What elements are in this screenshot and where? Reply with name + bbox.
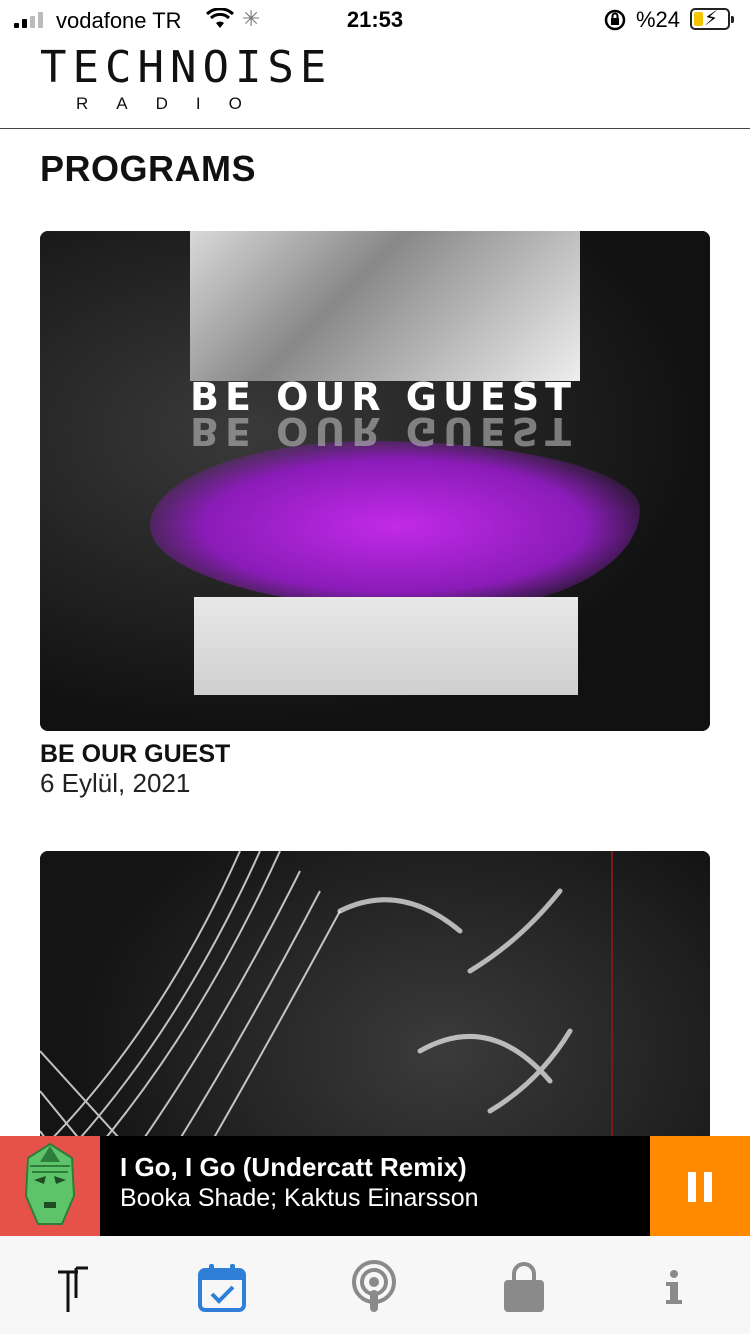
podcast-icon bbox=[352, 1260, 396, 1312]
tab-schedule[interactable] bbox=[192, 1258, 252, 1318]
shopping-bag-icon bbox=[504, 1262, 544, 1312]
technoise-logo-icon bbox=[58, 1266, 88, 1312]
now-playing-artwork[interactable] bbox=[0, 1136, 100, 1236]
tab-info[interactable] bbox=[644, 1258, 704, 1318]
rotation-lock-icon bbox=[604, 9, 626, 31]
tab-home[interactable] bbox=[44, 1258, 104, 1318]
program-artwork-be-our-guest[interactable]: BE OUR GUEST BE OUR GUEST bbox=[40, 231, 710, 731]
battery-charging-icon: ⚡ bbox=[690, 8, 734, 30]
calendar-check-icon bbox=[198, 1264, 246, 1312]
pause-icon bbox=[688, 1172, 696, 1202]
status-bar: vodafone TR ✳ 21:53 %24 ⚡ bbox=[0, 0, 750, 40]
pause-button[interactable] bbox=[650, 1136, 750, 1236]
logo-main-text: TECHNOISE bbox=[40, 42, 333, 93]
tab-shop[interactable] bbox=[494, 1258, 554, 1318]
battery-percent: %24 bbox=[636, 7, 681, 32]
now-playing-bar[interactable]: I Go, I Go (Undercatt Remix) Booka Shade… bbox=[0, 1136, 750, 1236]
now-playing-artist: Booka Shade; Kaktus Einarsson bbox=[120, 1184, 479, 1212]
tab-podcast[interactable] bbox=[344, 1258, 404, 1318]
logo-sub-text: RADIO bbox=[76, 94, 270, 113]
technoise-radio-logo[interactable]: TECHNOISE RADIO bbox=[40, 46, 340, 116]
program-title[interactable]: BE OUR GUEST bbox=[40, 740, 230, 769]
artwork-title-reflection: BE OUR GUEST bbox=[190, 409, 578, 453]
page-title: PROGRAMS bbox=[40, 148, 257, 189]
program-date: 6 Eylül, 2021 bbox=[40, 768, 191, 798]
now-playing-title: I Go, I Go (Undercatt Remix) bbox=[120, 1152, 467, 1182]
artwork-photo-strip bbox=[190, 231, 580, 381]
artwork-white-block bbox=[194, 597, 578, 695]
tab-bar bbox=[0, 1236, 750, 1334]
info-icon bbox=[666, 1270, 682, 1304]
header-divider bbox=[0, 128, 750, 129]
tribal-mask-icon bbox=[24, 1142, 76, 1225]
